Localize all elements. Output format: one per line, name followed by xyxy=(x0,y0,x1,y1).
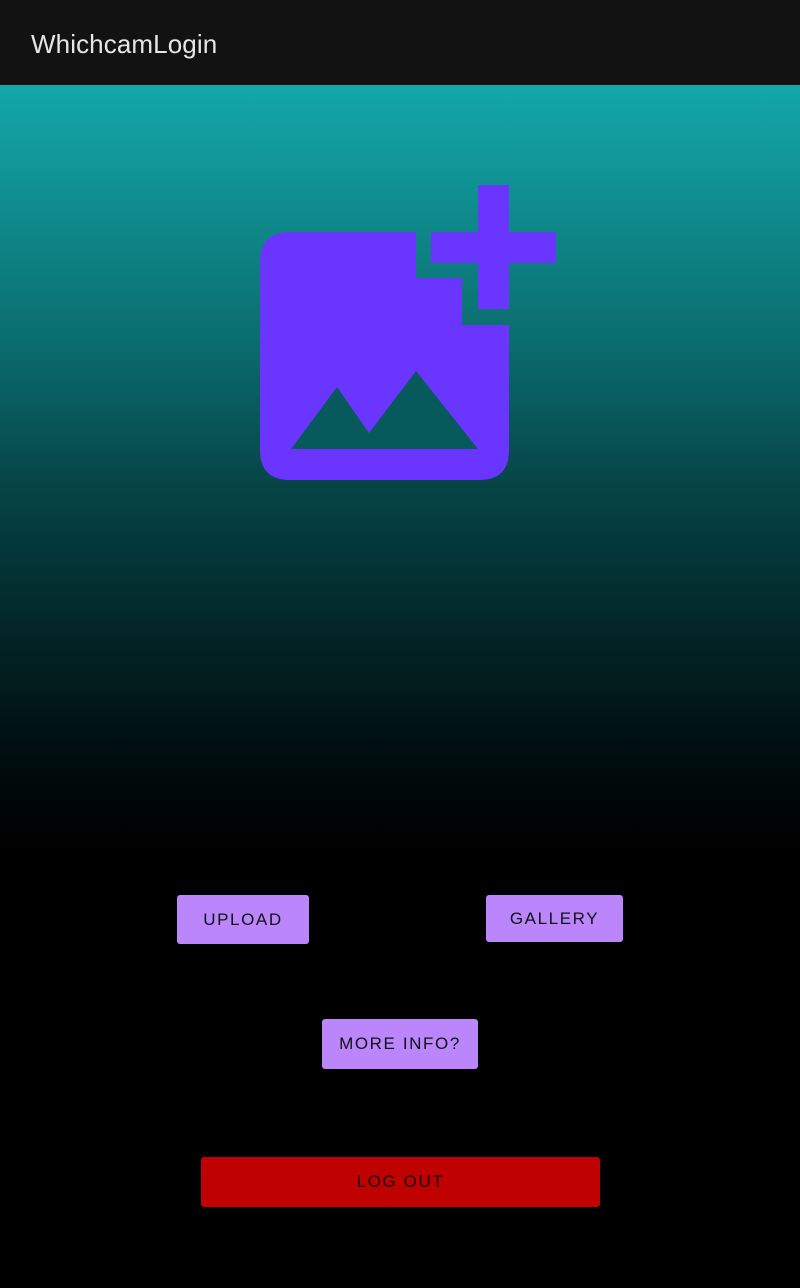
app-window: WhichcamLogin UPLOAD GALLERY MORE INFO? … xyxy=(0,0,800,1288)
add-photo-icon xyxy=(260,185,556,480)
gallery-button[interactable]: GALLERY xyxy=(486,895,623,942)
more-info-button[interactable]: MORE INFO? xyxy=(322,1019,478,1069)
app-title: WhichcamLogin xyxy=(31,29,218,59)
logout-button[interactable]: LOG OUT xyxy=(201,1157,600,1207)
app-bar: WhichcamLogin xyxy=(0,0,800,85)
upload-button[interactable]: UPLOAD xyxy=(177,895,309,944)
